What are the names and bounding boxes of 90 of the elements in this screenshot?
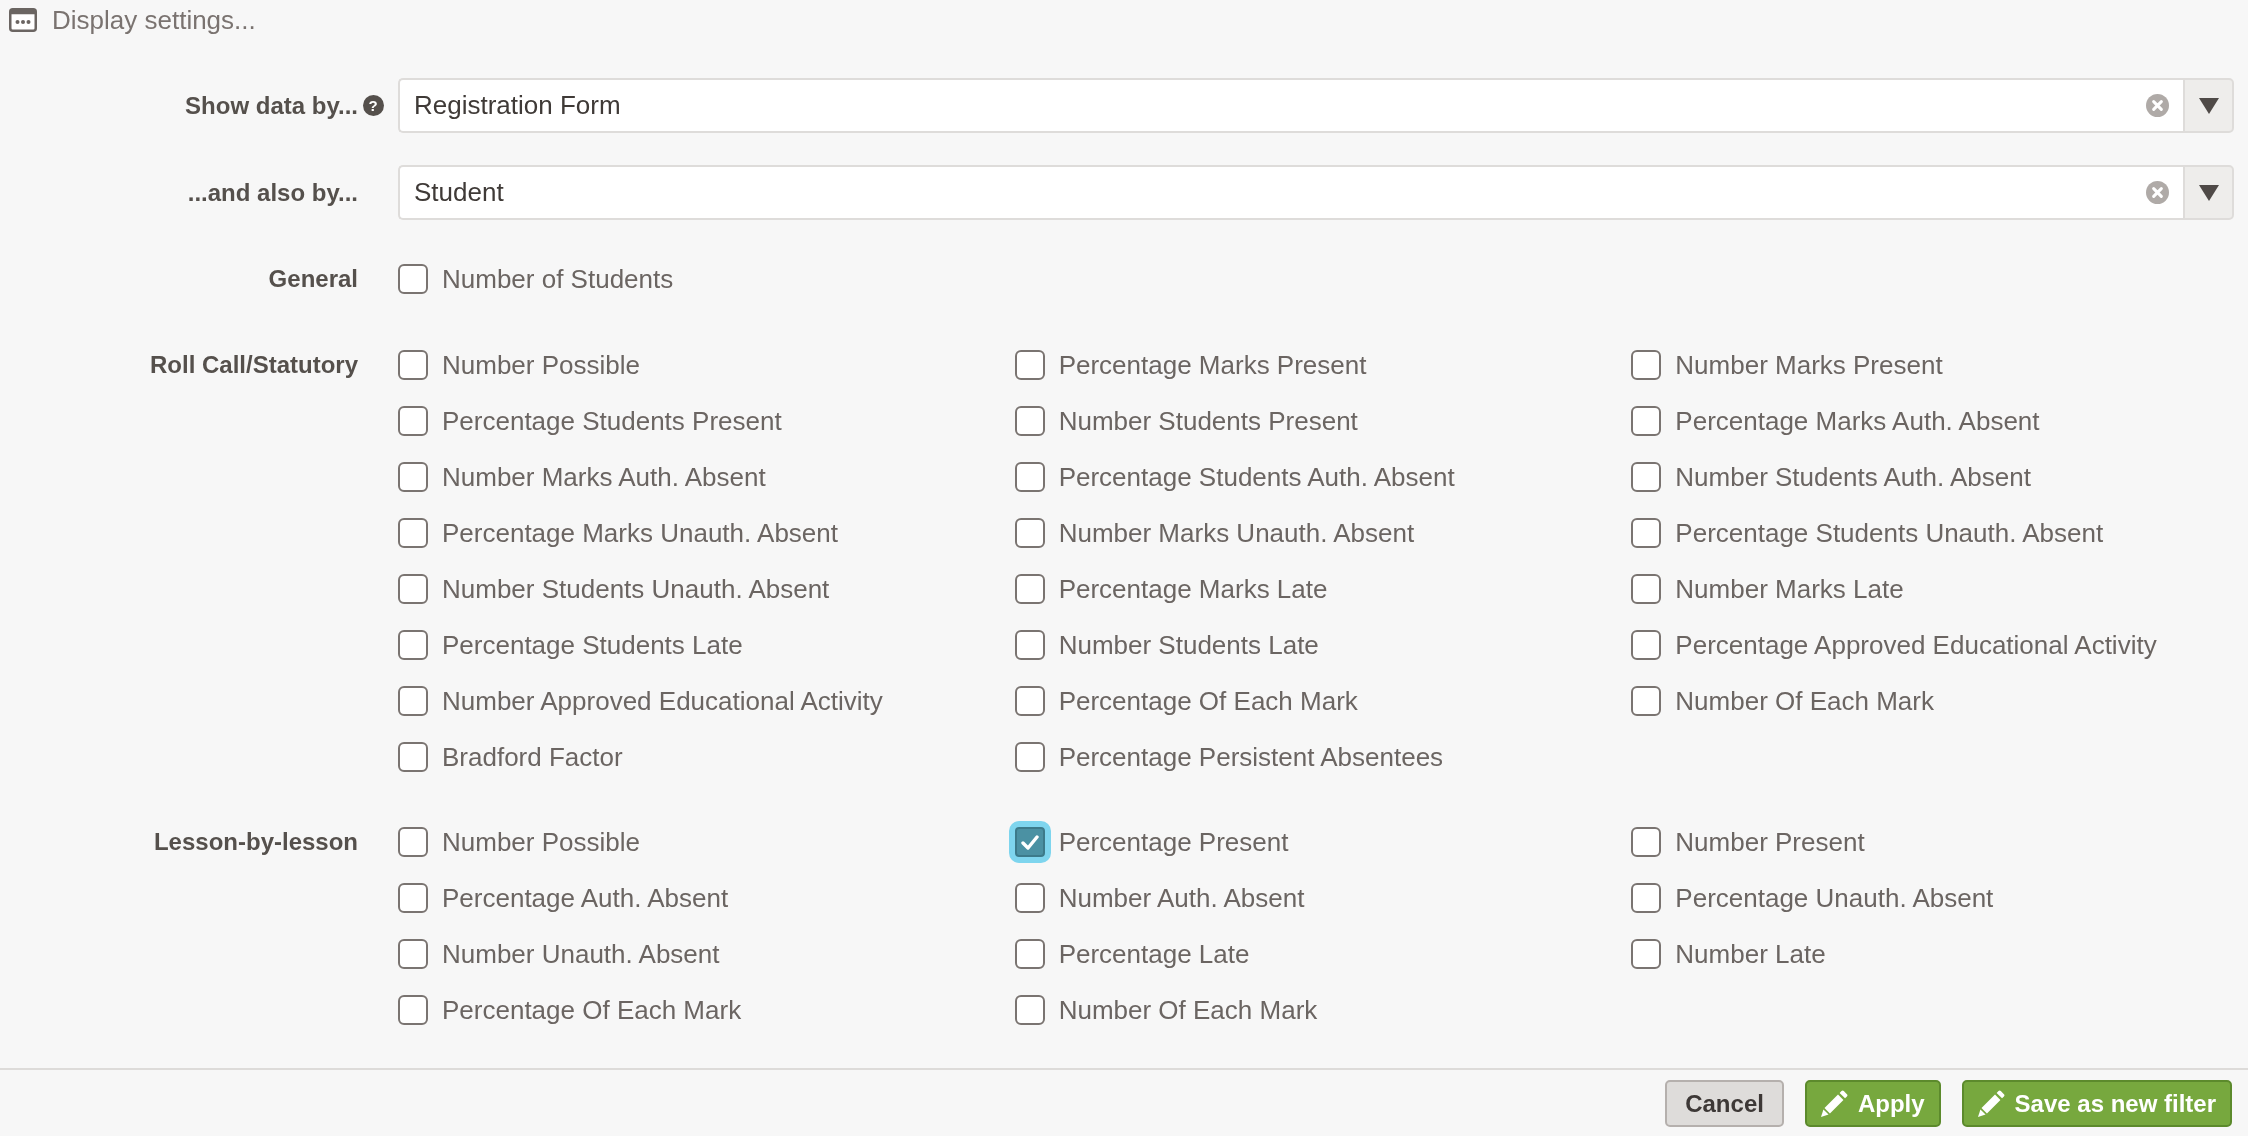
dots-window-icon [9, 8, 37, 32]
checkbox[interactable] [1014, 686, 1045, 716]
checkbox-label[interactable]: Percentage Marks Unauth. Absent [442, 517, 838, 549]
checkbox-label[interactable]: Percentage Marks Present [1058, 349, 1367, 381]
field-label: ...and also by... [187, 178, 358, 207]
checkbox[interactable] [398, 630, 428, 660]
checkbox-label[interactable]: Percentage Students Late [442, 629, 743, 661]
checkbox[interactable] [398, 350, 428, 380]
checkbox[interactable] [1631, 686, 1662, 716]
checkbox[interactable] [1014, 462, 1045, 492]
checkbox-label[interactable]: Percentage Present [1058, 826, 1289, 858]
checkbox-label[interactable]: Percentage Unauth. Absent [1675, 882, 1994, 914]
checkbox[interactable] [398, 742, 428, 772]
section-label: Roll Call/Statutory [149, 351, 358, 379]
checkbox[interactable] [1014, 630, 1045, 660]
select-field[interactable]: Student [398, 165, 2183, 220]
checkbox[interactable] [1014, 883, 1045, 913]
checkbox[interactable] [1008, 821, 1051, 863]
dropdown-button[interactable] [2183, 78, 2234, 133]
checkbox-label[interactable]: Bradford Factor [442, 741, 623, 773]
checkbox-label[interactable]: Number Auth. Absent [1058, 882, 1305, 914]
checkbox[interactable] [398, 995, 428, 1025]
checkbox-label[interactable]: Percentage Students Auth. Absent [1058, 461, 1455, 493]
caret-icon [2198, 97, 2219, 114]
checkbox[interactable] [1014, 742, 1045, 772]
checkbox-label[interactable]: Number of Students [442, 263, 674, 295]
checkbox[interactable] [1631, 406, 1662, 436]
checkbox[interactable] [1631, 350, 1662, 380]
action-button[interactable]: Apply [1804, 1080, 1941, 1127]
checkbox[interactable] [1014, 406, 1045, 436]
checkbox-label[interactable]: Percentage Students Present [442, 405, 782, 437]
checkbox-label[interactable]: Number Of Each Mark [1058, 994, 1318, 1026]
field-label: Show data by... [185, 91, 358, 120]
checkbox-label[interactable]: Percentage Students Unauth. Absent [1675, 517, 2104, 549]
checkbox[interactable] [398, 264, 428, 294]
checkbox-label[interactable]: Percentage Of Each Mark [442, 994, 742, 1026]
checkbox[interactable] [1014, 350, 1045, 380]
checkbox-label[interactable]: Number Possible [442, 349, 640, 381]
checkbox[interactable] [1631, 518, 1662, 548]
checkbox-label[interactable]: Percentage Auth. Absent [442, 882, 729, 914]
pencil-icon [1820, 1090, 1848, 1117]
checkbox[interactable] [398, 518, 428, 548]
action-button[interactable]: Save as new filter [1961, 1080, 2232, 1127]
checkbox-label[interactable]: Percentage Marks Auth. Absent [1675, 405, 2040, 437]
panel-title[interactable]: Display settings... [52, 4, 256, 36]
checkbox-label[interactable]: Number Marks Auth. Absent [442, 461, 766, 493]
checkbox[interactable] [398, 462, 428, 492]
checkbox[interactable] [1014, 995, 1045, 1025]
checkbox[interactable] [398, 827, 428, 857]
checkbox[interactable] [1631, 462, 1662, 492]
pencil-icon [1977, 1090, 2005, 1117]
checkbox[interactable] [1631, 883, 1662, 913]
checkbox[interactable] [398, 883, 428, 913]
checkbox[interactable] [1631, 939, 1662, 969]
caret-icon [2198, 184, 2219, 201]
checkbox[interactable] [1631, 574, 1662, 604]
checkbox-label[interactable]: Percentage Marks Late [1058, 573, 1328, 605]
checkbox-label[interactable]: Percentage Persistent Absentees [1058, 741, 1444, 773]
checkbox[interactable] [398, 406, 428, 436]
checkbox-label[interactable]: Number Unauth. Absent [442, 938, 720, 970]
checkbox[interactable] [1631, 630, 1662, 660]
checkbox-label[interactable]: Number Students Auth. Absent [1675, 461, 2031, 493]
checkbox-label[interactable]: Number Students Present [1058, 405, 1358, 437]
checkbox-label[interactable]: Number Present [1675, 826, 1865, 858]
checkbox[interactable] [1631, 827, 1662, 857]
checkbox-label[interactable]: Number Marks Unauth. Absent [1058, 517, 1415, 549]
checkbox[interactable] [1014, 574, 1045, 604]
checkbox[interactable] [398, 574, 428, 604]
checkbox-label[interactable]: Number Marks Present [1675, 349, 1943, 381]
checkbox-label[interactable]: Number Of Each Mark [1675, 685, 1934, 717]
section-label: Lesson-by-lesson [153, 828, 358, 856]
dropdown-button[interactable] [2183, 165, 2234, 220]
select-field[interactable]: Registration Form [398, 78, 2183, 133]
help-icon[interactable]: ? [362, 95, 384, 116]
checkbox-label[interactable]: Number Possible [442, 826, 640, 858]
checkbox[interactable] [398, 686, 428, 716]
checkbox[interactable] [398, 939, 428, 969]
checkbox[interactable] [1014, 518, 1045, 548]
checkbox-label[interactable]: Number Students Unauth. Absent [442, 573, 830, 605]
action-button[interactable]: Cancel [1665, 1080, 1784, 1127]
checkbox[interactable] [1014, 939, 1045, 969]
checkbox-label[interactable]: Number Late [1675, 938, 1826, 970]
checkbox-label[interactable]: Percentage Approved Educational Activity [1675, 629, 2157, 661]
section-label: General [268, 265, 358, 293]
checkbox-label[interactable]: Number Marks Late [1675, 573, 1904, 605]
check-icon [1020, 834, 1039, 850]
checkbox-label[interactable]: Number Students Late [1058, 629, 1319, 661]
checkbox-label[interactable]: Percentage Late [1058, 938, 1250, 970]
checkbox-label[interactable]: Number Approved Educational Activity [442, 685, 883, 717]
checkbox-label[interactable]: Percentage Of Each Mark [1058, 685, 1358, 717]
